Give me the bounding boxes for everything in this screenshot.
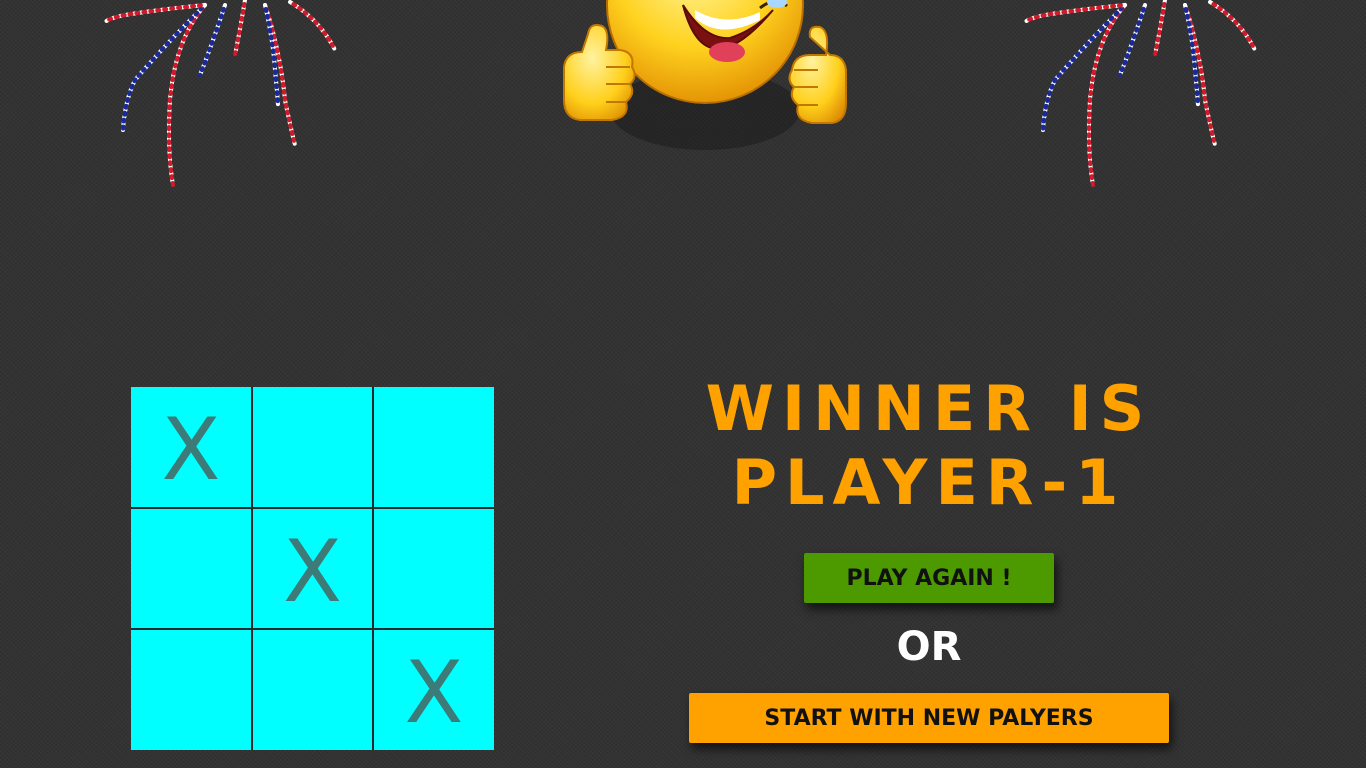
- board-cell-6[interactable]: [373, 508, 494, 629]
- start-new-players-button[interactable]: START WITH NEW PALYERS: [689, 693, 1169, 743]
- thumbs-up-smiley-icon: [563, 0, 847, 150]
- or-separator: OR: [896, 624, 962, 670]
- board-cell-9[interactable]: X: [373, 629, 494, 750]
- tic-tac-toe-board: X X X: [131, 387, 494, 750]
- board-cell-2[interactable]: [252, 387, 373, 508]
- board-cell-7[interactable]: [131, 629, 252, 750]
- firework-right-icon: [1023, 0, 1257, 187]
- winner-message: WINNER IS PLAYER-1: [640, 372, 1218, 520]
- board-cell-1[interactable]: X: [131, 387, 252, 508]
- board-cell-4[interactable]: [131, 508, 252, 629]
- firework-left-icon: [103, 0, 337, 187]
- winner-line-2: PLAYER-1: [731, 446, 1127, 519]
- play-again-button[interactable]: PLAY AGAIN !: [804, 553, 1054, 603]
- board-cell-5[interactable]: X: [252, 508, 373, 629]
- winner-line-1: WINNER IS: [705, 372, 1153, 445]
- board-cell-8[interactable]: [252, 629, 373, 750]
- board-cell-3[interactable]: [373, 387, 494, 508]
